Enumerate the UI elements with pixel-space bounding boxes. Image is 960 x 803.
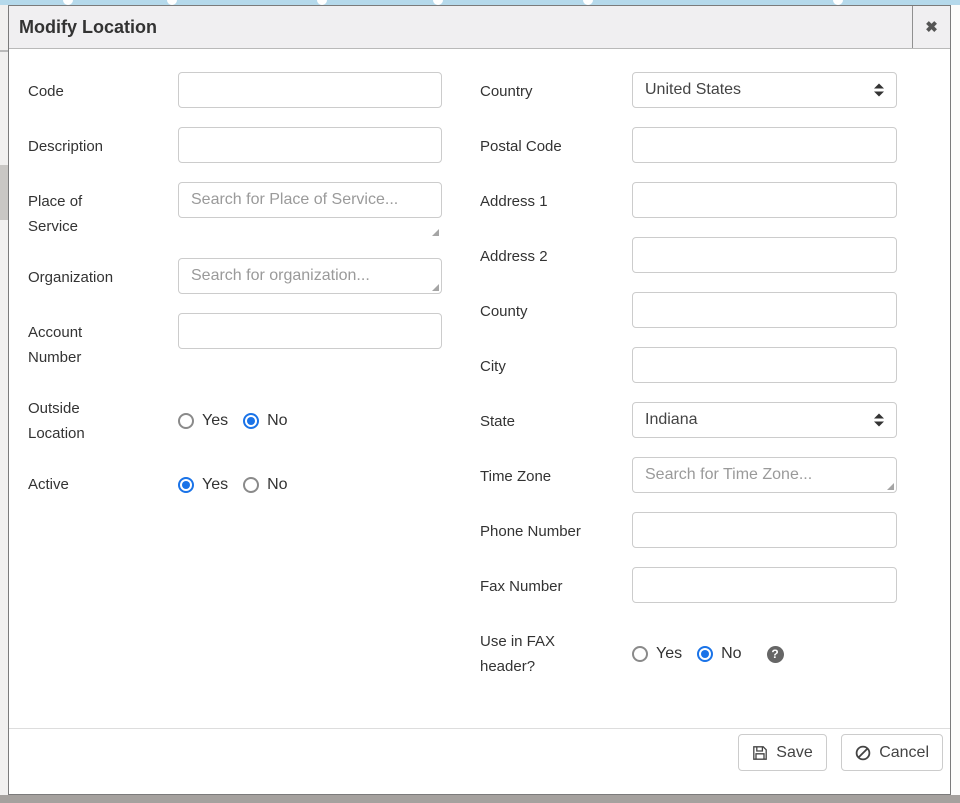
fax-number-label: Fax Number	[480, 567, 632, 603]
account-number-row: Account Number	[28, 313, 480, 370]
active-row: Active Yes No	[28, 465, 480, 497]
code-row: Code	[28, 72, 480, 108]
page-backdrop-left	[0, 5, 8, 795]
fax-number-row: Fax Number	[480, 567, 898, 603]
resize-handle-icon	[887, 483, 894, 490]
outside-location-no-radio[interactable]	[243, 413, 259, 429]
state-select-value: Indiana	[645, 411, 698, 429]
fax-header-radio-group: Yes No ?	[632, 622, 784, 679]
postal-code-input[interactable]	[632, 127, 897, 163]
cancel-icon	[855, 745, 871, 761]
outside-location-no-label[interactable]: No	[267, 412, 287, 430]
fax-header-row: Use in FAX header? Yes No ?	[480, 622, 898, 679]
city-input[interactable]	[632, 347, 897, 383]
country-label: Country	[480, 72, 632, 108]
outside-location-yes-radio[interactable]	[178, 413, 194, 429]
modal-title: Modify Location	[9, 6, 912, 48]
active-label: Active	[28, 465, 178, 497]
phone-number-input[interactable]	[632, 512, 897, 548]
state-row: State Indiana	[480, 402, 898, 438]
active-no-label[interactable]: No	[267, 476, 287, 494]
description-label: Description	[28, 127, 178, 163]
state-select[interactable]: Indiana	[632, 402, 897, 438]
resize-handle-icon	[432, 284, 439, 291]
modal-body: Code Description Place of Service Organi…	[9, 50, 950, 794]
fax-header-label: Use in FAX header?	[480, 622, 632, 679]
fax-number-input[interactable]	[632, 567, 897, 603]
save-button[interactable]: Save	[738, 734, 826, 771]
county-input[interactable]	[632, 292, 897, 328]
address1-label: Address 1	[480, 182, 632, 218]
organization-label: Organization	[28, 258, 178, 294]
modal-footer: Save Cancel	[9, 728, 950, 771]
close-icon: ✖	[925, 18, 938, 36]
address1-row: Address 1	[480, 182, 898, 218]
active-yes-radio[interactable]	[178, 477, 194, 493]
updown-arrows-icon	[874, 414, 884, 427]
fax-header-yes-radio[interactable]	[632, 646, 648, 662]
description-input[interactable]	[178, 127, 442, 163]
code-label: Code	[28, 72, 178, 108]
cancel-button-label: Cancel	[879, 744, 929, 762]
state-label: State	[480, 402, 632, 438]
county-label: County	[480, 292, 632, 328]
active-yes-label[interactable]: Yes	[202, 476, 228, 494]
place-of-service-search[interactable]	[178, 182, 442, 218]
city-label: City	[480, 347, 632, 383]
fax-header-yes-label[interactable]: Yes	[656, 645, 682, 663]
outside-location-radio-group: Yes No	[178, 389, 303, 446]
address1-input[interactable]	[632, 182, 897, 218]
updown-arrows-icon	[874, 84, 884, 97]
time-zone-search[interactable]	[632, 457, 897, 493]
address2-input[interactable]	[632, 237, 897, 273]
left-column: Code Description Place of Service Organi…	[28, 72, 480, 794]
address2-row: Address 2	[480, 237, 898, 273]
resize-handle-icon	[432, 229, 439, 236]
fax-header-no-radio[interactable]	[697, 646, 713, 662]
time-zone-label: Time Zone	[480, 457, 632, 493]
account-number-label: Account Number	[28, 313, 178, 370]
fax-header-no-label[interactable]: No	[721, 645, 741, 663]
county-row: County	[480, 292, 898, 328]
country-row: Country United States	[480, 72, 898, 108]
organization-row: Organization	[28, 258, 480, 294]
country-select[interactable]: United States	[632, 72, 897, 108]
active-radio-group: Yes No	[178, 465, 303, 497]
close-button[interactable]: ✖	[912, 6, 950, 48]
account-number-input[interactable]	[178, 313, 442, 349]
country-select-value: United States	[645, 81, 741, 99]
organization-search[interactable]	[178, 258, 442, 294]
help-icon[interactable]: ?	[767, 646, 784, 663]
postal-code-label: Postal Code	[480, 127, 632, 163]
page-backdrop-right	[951, 5, 960, 795]
code-input[interactable]	[178, 72, 442, 108]
place-of-service-row: Place of Service	[28, 182, 480, 239]
active-no-radio[interactable]	[243, 477, 259, 493]
modal-header: Modify Location ✖	[9, 6, 950, 49]
time-zone-row: Time Zone	[480, 457, 898, 493]
page-backdrop-bottom	[0, 795, 960, 803]
description-row: Description	[28, 127, 480, 163]
save-icon	[752, 745, 768, 761]
right-column: Country United States Postal Code Addres…	[480, 72, 898, 794]
address2-label: Address 2	[480, 237, 632, 273]
outside-location-label: Outside Location	[28, 389, 178, 446]
place-of-service-label: Place of Service	[28, 182, 178, 239]
cancel-button[interactable]: Cancel	[841, 734, 943, 771]
modify-location-modal: Modify Location ✖ Code Description Place…	[8, 5, 951, 795]
save-button-label: Save	[776, 744, 812, 762]
phone-number-row: Phone Number	[480, 512, 898, 548]
phone-number-label: Phone Number	[480, 512, 632, 548]
postal-code-row: Postal Code	[480, 127, 898, 163]
outside-location-row: Outside Location Yes No	[28, 389, 480, 446]
outside-location-yes-label[interactable]: Yes	[202, 412, 228, 430]
city-row: City	[480, 347, 898, 383]
